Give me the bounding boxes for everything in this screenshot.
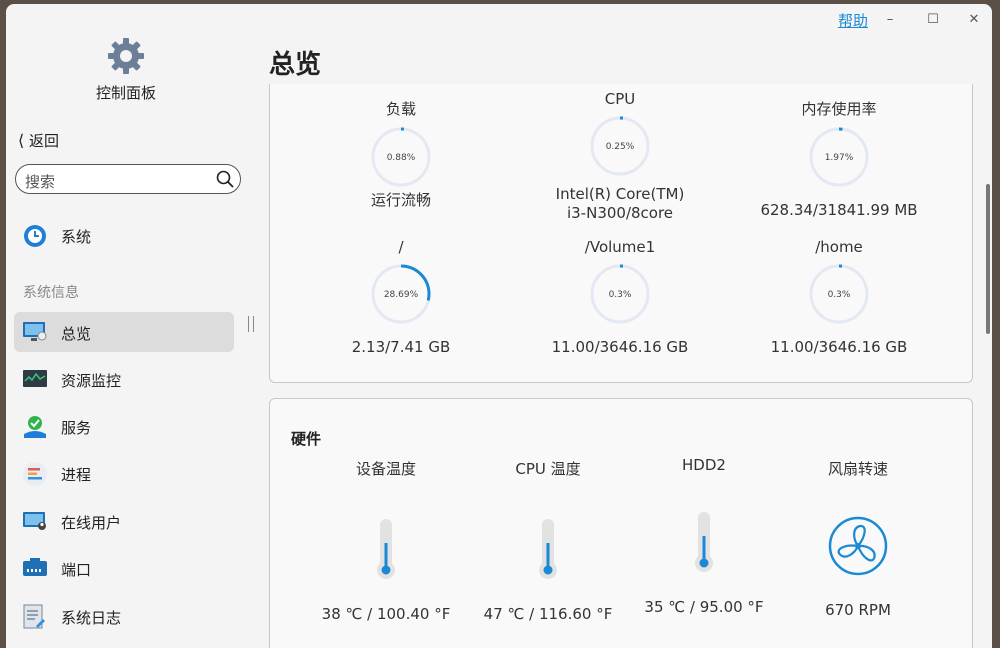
gauge-sub: Intel(R) Core(TM) i3-N300/8core bbox=[555, 185, 685, 222]
gauge-cpu: CPU 0.25% Intel(R) Core(TM) i3-N300/8cor… bbox=[510, 90, 730, 223]
search-box[interactable]: 搜索 bbox=[15, 164, 241, 194]
sidebar-item-label: 系统日志 bbox=[61, 609, 122, 627]
gauge-home: /home 0.3% 11.00/3646.16 GB bbox=[729, 238, 949, 357]
sidebar-item-process[interactable]: 进程 bbox=[14, 453, 234, 493]
sidebar: 控制面板 ⟨ 返回 搜索 系统 系统信息 总览 资源监控 服务 进程 在线用户 … bbox=[6, 4, 256, 648]
back-label: 返回 bbox=[29, 132, 60, 150]
scrollbar[interactable] bbox=[986, 184, 990, 334]
hw-device-temp: 设备温度 38 ℃ / 100.40 °F bbox=[306, 458, 466, 623]
gauge-value: 0.3% bbox=[609, 290, 632, 300]
sidebar-item-online-users[interactable]: 在线用户 bbox=[14, 501, 234, 541]
gauge-value: 0.88% bbox=[387, 153, 416, 163]
gauge-value: 28.69% bbox=[384, 290, 419, 300]
app-title: 控制面板 bbox=[95, 84, 156, 102]
system-icon bbox=[22, 223, 48, 247]
gauge-load: 负载 0.88% 运行流畅 bbox=[291, 98, 511, 210]
gauge-label: CPU bbox=[604, 90, 636, 108]
online-users-icon bbox=[22, 509, 48, 533]
hw-label: HDD2 bbox=[682, 456, 726, 474]
process-icon bbox=[22, 461, 48, 486]
sidebar-item-label: 资源监控 bbox=[61, 372, 122, 390]
hw-value: 38 ℃ / 100.40 °F bbox=[321, 605, 451, 623]
search-icon[interactable] bbox=[216, 170, 234, 192]
hw-value: 35 ℃ / 95.00 °F bbox=[644, 598, 764, 616]
hw-label: CPU 温度 bbox=[515, 460, 581, 478]
gauge-value: 1.97% bbox=[825, 153, 854, 163]
hw-value: 47 ℃ / 116.60 °F bbox=[483, 605, 613, 623]
gauge-sub: 2.13/7.41 GB bbox=[351, 338, 451, 356]
thermometer-icon bbox=[377, 519, 395, 579]
gauge-ring: 0.88% bbox=[371, 127, 431, 187]
gauge-root: / 28.69% 2.13/7.41 GB bbox=[291, 238, 511, 357]
search-input[interactable]: 搜索 bbox=[25, 171, 55, 192]
hw-cpu-temp: CPU 温度 47 ℃ / 116.60 °F bbox=[468, 458, 628, 623]
gauge-ring: 28.69% bbox=[371, 264, 431, 324]
hardware-title: 硬件 bbox=[291, 430, 322, 448]
gauge-label: / bbox=[398, 238, 404, 256]
gauge-sub: 628.34/31841.99 MB bbox=[760, 201, 918, 219]
sidebar-item-resource-monitor[interactable]: 资源监控 bbox=[14, 359, 234, 399]
sidebar-item-label: 端口 bbox=[61, 561, 92, 579]
minimize-button[interactable]: – bbox=[880, 12, 900, 28]
sidebar-item-label: 进程 bbox=[61, 466, 92, 484]
window: 帮助 – ☐ ✕ 控制面板 ⟨ 返回 搜索 系统 系统信息 总览 资源监控 服务… bbox=[6, 4, 992, 648]
thermometer-icon bbox=[539, 519, 557, 579]
back-button[interactable]: ⟨ 返回 bbox=[18, 130, 59, 151]
gauge-ring: 0.3% bbox=[809, 264, 869, 324]
page-title: 总览 bbox=[269, 50, 322, 80]
close-button[interactable]: ✕ bbox=[964, 12, 984, 28]
services-icon bbox=[22, 414, 48, 438]
sidebar-item-label: 系统 bbox=[61, 228, 92, 246]
sidebar-item-label: 服务 bbox=[61, 419, 92, 437]
gauge-label: 内存使用率 bbox=[801, 100, 877, 118]
gauge-label: /Volume1 bbox=[584, 238, 656, 256]
gauge-sub: 运行流畅 bbox=[370, 191, 431, 209]
hw-fan-speed: 风扇转速 670 RPM bbox=[778, 458, 938, 619]
gauge-ring: 1.97% bbox=[809, 127, 869, 187]
resize-handle[interactable] bbox=[248, 316, 254, 332]
chevron-left-icon: ⟨ bbox=[18, 131, 25, 150]
gauge-memory: 内存使用率 1.97% 628.34/31841.99 MB bbox=[729, 98, 949, 220]
gauge-ring: 0.3% bbox=[590, 264, 650, 324]
maximize-button[interactable]: ☐ bbox=[923, 12, 943, 28]
fan-icon bbox=[828, 516, 888, 576]
help-link[interactable]: 帮助 bbox=[838, 10, 868, 31]
resource-monitor-icon bbox=[22, 367, 48, 391]
section-header: 系统信息 bbox=[23, 285, 79, 301]
sidebar-item-overview[interactable]: 总览 bbox=[14, 312, 234, 352]
hw-hdd2: HDD2 35 ℃ / 95.00 °F bbox=[624, 456, 784, 616]
overview-icon bbox=[22, 320, 48, 344]
gauge-sub: 11.00/3646.16 GB bbox=[770, 338, 908, 356]
gauge-volume1: /Volume1 0.3% 11.00/3646.16 GB bbox=[510, 238, 730, 357]
sidebar-item-services[interactable]: 服务 bbox=[14, 406, 234, 446]
sidebar-item-system-log[interactable]: 系统日志 bbox=[14, 596, 234, 636]
gauge-ring: 0.25% bbox=[590, 116, 650, 176]
sidebar-item-label: 在线用户 bbox=[61, 514, 122, 532]
hw-label: 风扇转速 bbox=[827, 460, 888, 478]
gauge-value: 0.3% bbox=[828, 290, 851, 300]
thermometer-icon bbox=[695, 512, 713, 572]
sidebar-item-system[interactable]: 系统 bbox=[14, 215, 234, 255]
gauge-label: /home bbox=[815, 238, 863, 256]
sidebar-item-port[interactable]: 端口 bbox=[14, 548, 234, 588]
gauge-sub: 11.00/3646.16 GB bbox=[551, 338, 689, 356]
gauge-value: 0.25% bbox=[606, 142, 635, 152]
hw-label: 设备温度 bbox=[355, 460, 416, 478]
port-icon bbox=[22, 556, 48, 580]
gauge-label: 负载 bbox=[385, 100, 416, 118]
sidebar-item-label: 总览 bbox=[61, 325, 92, 343]
gear-icon bbox=[106, 36, 146, 80]
hw-value: 670 RPM bbox=[825, 601, 891, 619]
system-log-icon bbox=[22, 604, 48, 629]
